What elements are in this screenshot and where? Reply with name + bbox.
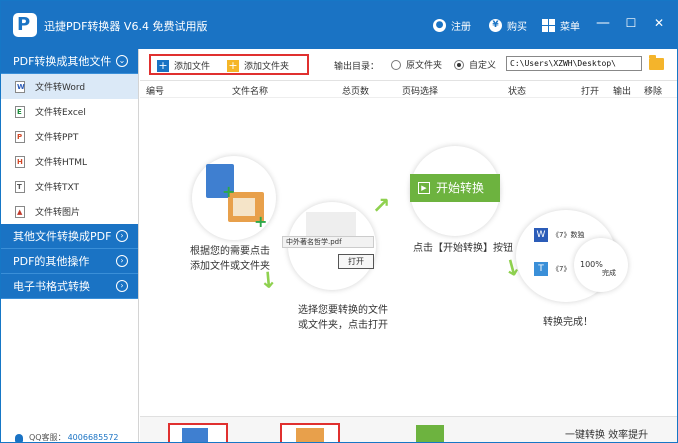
arrow-icon: ↗: [372, 194, 391, 219]
register-button[interactable]: ● 注册: [433, 18, 471, 33]
col-pages: 总页数: [342, 87, 370, 97]
bottom-thumb-folder: [280, 423, 340, 442]
word-icon: W: [534, 228, 548, 242]
file-table-header: 编号 文件名称 总页数 页码选择 状态 打开 输出 移除: [140, 81, 677, 98]
sidebar: PDF转换成其他文件 ⌄ W 文件转Word E 文件转Excel P 文件转P…: [1, 49, 139, 442]
folder-icon[interactable]: [649, 55, 664, 70]
radio-custom[interactable]: 自定义: [454, 58, 496, 71]
plus-icon: +: [222, 182, 236, 201]
sidebar-item-txt[interactable]: T 文件转TXT: [1, 174, 138, 199]
bell-icon: [15, 433, 23, 442]
file-row: 中外著名哲学.pdf: [282, 236, 374, 248]
folder-plus-icon: +: [227, 58, 239, 72]
add-file-button[interactable]: + 添加文件: [157, 59, 210, 72]
excel-icon: E: [15, 105, 25, 118]
progress-bubble: 100%: [574, 238, 628, 292]
html-icon: H: [15, 155, 25, 168]
app-window: P 迅捷PDF转换器 V6.4 免费试用版 ● 注册 ¥ 购买 菜单 — ☐ ✕…: [0, 0, 678, 443]
close-button[interactable]: ✕: [651, 15, 667, 31]
txt-icon: T: [534, 262, 548, 276]
sidebar-item-ppt[interactable]: P 文件转PPT: [1, 124, 138, 149]
category-pdf-other-ops[interactable]: PDF的其他操作 ›: [1, 249, 138, 274]
play-icon: ▶: [418, 182, 430, 194]
image-icon: ▲: [15, 205, 25, 218]
add-buttons-group: + 添加文件 + 添加文件夹: [149, 54, 309, 75]
col-number: 编号: [146, 87, 165, 97]
app-logo: P: [13, 13, 37, 37]
category-ebook[interactable]: 电子书格式转换 ›: [1, 274, 138, 299]
txt-icon: T: [15, 180, 25, 193]
col-output: 输出: [613, 87, 632, 97]
bottom-thumb-convert: [416, 425, 444, 442]
col-open: 打开: [581, 87, 600, 97]
output-dir-label: 输出目录：: [334, 62, 380, 72]
sidebar-item-word[interactable]: W 文件转Word: [1, 74, 138, 99]
open-button: 打开: [338, 254, 374, 269]
maximize-button[interactable]: ☐: [623, 15, 639, 31]
guide-area: + + 根据您的需要点击 添加文件或文件夹 ↘ 中外著名哲学.pdf 打开 选择…: [140, 98, 677, 416]
menu-button[interactable]: 菜单: [542, 18, 580, 33]
col-status: 状态: [508, 87, 527, 97]
col-page-select: 页码选择: [402, 87, 439, 97]
done-label: 完成: [602, 269, 616, 277]
plus-icon: +: [157, 58, 169, 72]
step3-illustration: 开始转换 ▶: [410, 146, 500, 236]
col-filename: 文件名称: [232, 87, 269, 97]
user-icon: ●: [433, 19, 446, 32]
radio-original-folder[interactable]: 原文件夹: [391, 58, 442, 71]
add-folder-button[interactable]: + 添加文件夹: [227, 59, 289, 72]
app-title: 迅捷PDF转换器 V6.4 免费试用版: [44, 20, 208, 33]
category-pdf-to-other[interactable]: PDF转换成其他文件 ⌄: [1, 49, 138, 74]
sidebar-item-excel[interactable]: E 文件转Excel: [1, 99, 138, 124]
toolbar: + 添加文件 + 添加文件夹 输出目录： 原文件夹 自定义 C:\Users\X…: [140, 49, 677, 81]
grid-icon: [542, 19, 555, 32]
sidebar-item-html[interactable]: H 文件转HTML: [1, 149, 138, 174]
title-bar: P 迅捷PDF转换器 V6.4 免费试用版 ● 注册 ¥ 购买 菜单 — ☐ ✕: [1, 1, 677, 49]
output-path-input[interactable]: C:\Users\XZWH\Desktop\: [506, 56, 642, 71]
bottom-thumb-document: [168, 423, 228, 442]
slogan-text: 一键转换 效率提升: [565, 430, 649, 441]
sidebar-item-image[interactable]: ▲ 文件转图片: [1, 199, 138, 224]
step1-illustration: + +: [192, 156, 276, 240]
minimize-button[interactable]: —: [595, 15, 611, 31]
chevron-right-icon: ›: [116, 280, 128, 292]
qq-support: QQ客服： 4006685572: [15, 432, 119, 442]
step2-text: 选择您要转换的文件 或文件夹，点击打开: [298, 305, 388, 331]
col-remove: 移除: [644, 87, 663, 97]
word-icon: W: [15, 80, 25, 93]
step4-text: 转换完成！: [543, 317, 593, 328]
step2-illustration: 中外著名哲学.pdf 打开: [282, 202, 376, 290]
category-other-to-pdf[interactable]: 其他文件转换成PDF ›: [1, 224, 138, 249]
chevron-right-icon: ›: [116, 230, 128, 242]
buy-button[interactable]: ¥ 购买: [489, 18, 527, 33]
chevron-right-icon: ›: [116, 255, 128, 267]
yen-icon: ¥: [489, 19, 502, 32]
ppt-icon: P: [15, 130, 25, 143]
chevron-down-icon: ⌄: [116, 55, 128, 67]
plus-icon: +: [254, 212, 268, 231]
bottom-bar: 一键转换 效率提升: [140, 416, 677, 442]
qq-number-link[interactable]: 4006685572: [68, 433, 119, 442]
